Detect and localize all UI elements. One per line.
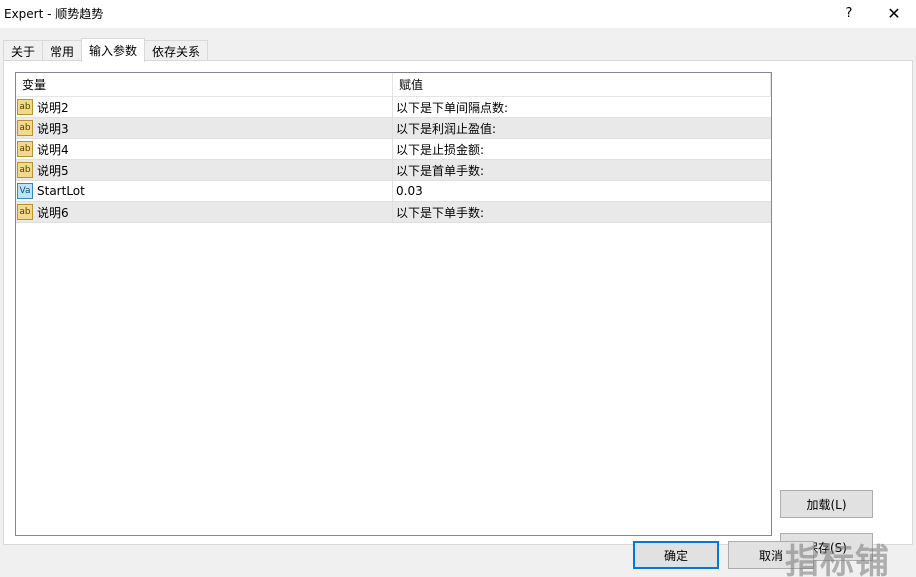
table-row[interactable]: Va StartLot 0.03 bbox=[16, 181, 771, 202]
column-header-value[interactable]: 赋值 bbox=[393, 73, 771, 96]
tab-common[interactable]: 常用 bbox=[42, 40, 83, 61]
value-cell[interactable]: 以下是利润止盈值: bbox=[393, 118, 771, 138]
table-row[interactable]: ab 说明3 以下是利润止盈值: bbox=[16, 118, 771, 139]
load-button[interactable]: 加载(L) bbox=[780, 490, 873, 518]
table-row[interactable]: ab 说明5 以下是首单手数: bbox=[16, 160, 771, 181]
tab-dependencies[interactable]: 依存关系 bbox=[144, 40, 209, 61]
table-row[interactable]: ab 说明4 以下是止损金额: bbox=[16, 139, 771, 160]
value-cell[interactable]: 以下是止损金额: bbox=[393, 139, 771, 159]
string-type-icon: ab bbox=[17, 204, 33, 220]
table-row[interactable]: ab 说明6 以下是下单手数: bbox=[16, 202, 771, 223]
variable-name: StartLot bbox=[37, 184, 85, 198]
table-row[interactable]: ab 说明2 以下是下单间隔点数: bbox=[16, 97, 771, 118]
double-type-icon: Va bbox=[17, 183, 33, 199]
window-title: Expert - 顺势趋势 bbox=[4, 7, 104, 21]
string-type-icon: ab bbox=[17, 141, 33, 157]
variable-name: 说明3 bbox=[37, 121, 69, 136]
help-button[interactable]: ? bbox=[826, 0, 872, 26]
tab-about[interactable]: 关于 bbox=[3, 40, 44, 61]
tab-strip: 关于 常用 输入参数 依存关系 bbox=[3, 38, 209, 62]
grid-header: 变量 赋值 bbox=[16, 73, 771, 97]
string-type-icon: ab bbox=[17, 120, 33, 136]
value-cell[interactable]: 0.03 bbox=[393, 181, 771, 201]
variable-name: 说明4 bbox=[37, 142, 69, 157]
dialog-client: 关于 常用 输入参数 依存关系 变量 赋值 ab 说明2 以下是下单间隔点数: … bbox=[0, 28, 916, 577]
variable-name: 说明6 bbox=[37, 205, 69, 220]
variable-name: 说明5 bbox=[37, 163, 69, 178]
column-header-variable[interactable]: 变量 bbox=[16, 73, 393, 96]
value-cell[interactable]: 以下是首单手数: bbox=[393, 160, 771, 180]
parameters-grid[interactable]: 变量 赋值 ab 说明2 以下是下单间隔点数: ab 说明3 以下是利润止盈值: bbox=[15, 72, 772, 536]
title-bar: Expert - 顺势趋势 ? ✕ bbox=[0, 0, 916, 28]
variable-name: 说明2 bbox=[37, 100, 69, 115]
ok-button[interactable]: 确定 bbox=[633, 541, 719, 569]
string-type-icon: ab bbox=[17, 162, 33, 178]
value-cell[interactable]: 以下是下单间隔点数: bbox=[393, 97, 771, 117]
string-type-icon: ab bbox=[17, 99, 33, 115]
value-cell[interactable]: 以下是下单手数: bbox=[393, 202, 771, 222]
watermark-logo: 指标铺 bbox=[785, 542, 890, 577]
tab-inputs[interactable]: 输入参数 bbox=[81, 38, 146, 62]
inputs-panel: 变量 赋值 ab 说明2 以下是下单间隔点数: ab 说明3 以下是利润止盈值: bbox=[3, 60, 913, 561]
close-button[interactable]: ✕ bbox=[871, 0, 916, 26]
